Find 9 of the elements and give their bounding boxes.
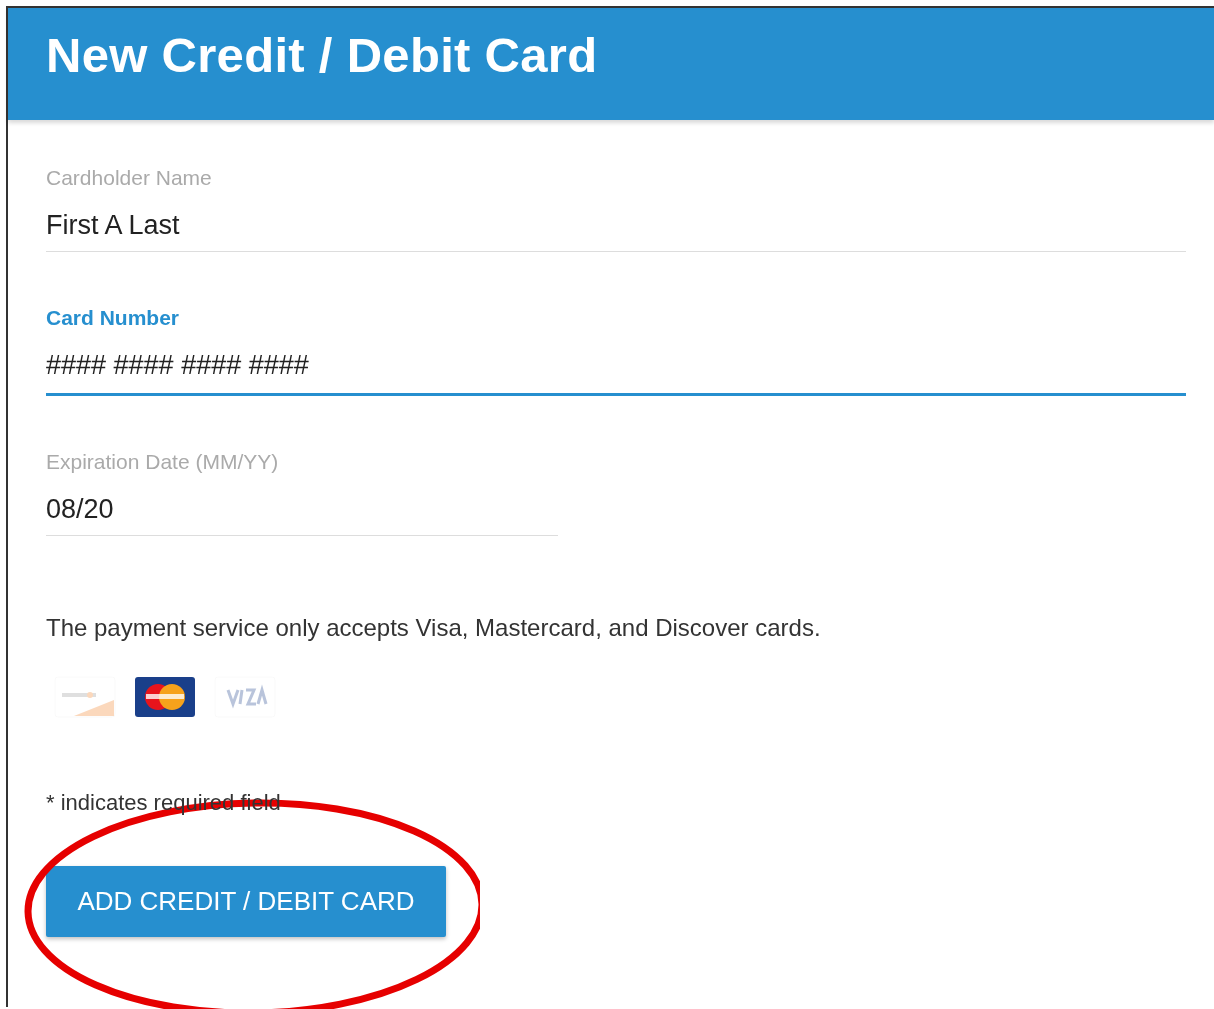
field-label: Expiration Date (MM/YY) xyxy=(46,450,280,474)
notice-text: The payment service only accepts Visa, Mastercard, and Discover cards. xyxy=(46,614,822,642)
field-label: Cardholder Name xyxy=(46,166,213,190)
field-label: Card Number xyxy=(46,306,181,330)
input-field[interactable]: #### #### #### #### xyxy=(46,350,1186,396)
input-field[interactable]: 08/20 xyxy=(46,494,558,536)
add-card-button[interactable]: ADD CREDIT / DEBIT CARD xyxy=(46,866,446,937)
dialog-title: New Credit / Debit Card xyxy=(46,27,598,83)
input-field[interactable]: First A Last xyxy=(46,210,1186,252)
